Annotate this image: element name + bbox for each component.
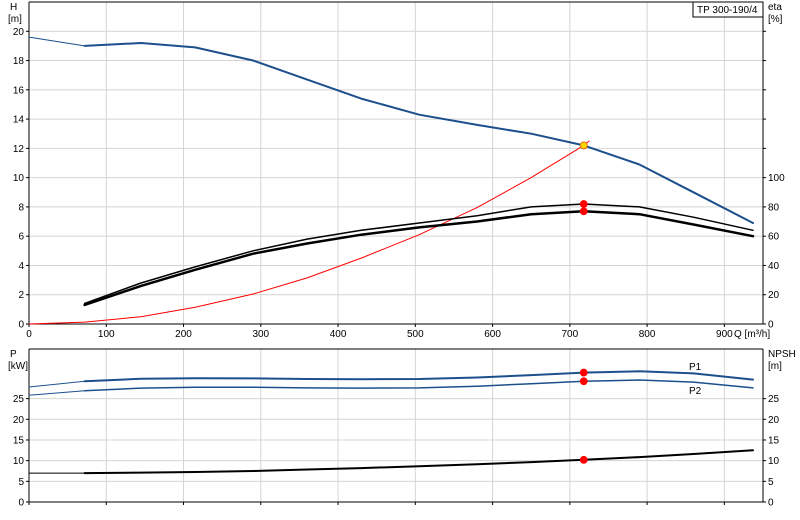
y-tick-label-left: 10 bbox=[13, 173, 25, 184]
series-head-partial bbox=[28, 36, 86, 47]
y-tick-label-left: 15 bbox=[13, 435, 25, 446]
y-tick-label-right: 5 bbox=[768, 477, 774, 488]
x-tick-label: 100 bbox=[98, 329, 115, 340]
y-tick-label-left: 20 bbox=[13, 27, 25, 38]
y-tick-label-right: 20 bbox=[768, 290, 780, 301]
x-tick-label: 0 bbox=[26, 329, 32, 340]
x-tick-label: 700 bbox=[561, 329, 578, 340]
duty-point-marker bbox=[579, 207, 588, 216]
x-tick-label: 600 bbox=[484, 329, 501, 340]
y-axis-left-unit: [kW] bbox=[8, 361, 28, 372]
y-tick-label-left: 14 bbox=[13, 115, 25, 126]
y-tick-label-right: 0 bbox=[768, 498, 774, 509]
series-eta-2 bbox=[83, 203, 754, 305]
y-tick-label-left: 5 bbox=[18, 477, 24, 488]
y-axis-left-unit: [m] bbox=[8, 14, 22, 25]
y-tick-label-right: 25 bbox=[768, 394, 780, 405]
y-tick-label-left: 12 bbox=[13, 144, 25, 155]
series-eta-1 bbox=[83, 210, 755, 307]
series-npsh bbox=[83, 449, 754, 475]
y-tick-label-right: 60 bbox=[768, 232, 780, 243]
y-axis-right-unit: [%] bbox=[768, 14, 783, 25]
y-tick-label-left: 18 bbox=[13, 56, 25, 67]
series-P2-partial bbox=[28, 390, 86, 396]
y-tick-label-left: 2 bbox=[18, 290, 24, 301]
model-label: TP 300-190/4 bbox=[697, 5, 758, 16]
head-efficiency-panel: 0 2 4 6 8 10 12 14 16 18 200 20 40 60 80 100 H[m] eta[%] 0… bbox=[8, 1, 785, 340]
y-tick-label-left: 0 bbox=[18, 498, 24, 509]
y-tick-label-left: 20 bbox=[13, 415, 25, 426]
x-tick-label: 800 bbox=[639, 329, 656, 340]
y-tick-label-right: 80 bbox=[768, 202, 780, 213]
y-tick-label-left: 0 bbox=[18, 320, 24, 331]
y-axis-right-symbol: NPSH bbox=[768, 349, 796, 360]
y-axis-left-symbol: P bbox=[10, 349, 17, 360]
y-tick-label-left: 8 bbox=[18, 202, 24, 213]
series-label-p1: P1 bbox=[689, 362, 702, 373]
y-tick-label-left: 6 bbox=[18, 232, 24, 243]
x-tick-label: 300 bbox=[252, 329, 269, 340]
y-axis-right-symbol: eta bbox=[768, 2, 782, 13]
series-head-full bbox=[83, 42, 754, 224]
x-tick-label: 400 bbox=[330, 329, 347, 340]
y-tick-label-right: 10 bbox=[768, 456, 780, 467]
series-P1-partial bbox=[28, 380, 86, 388]
y-tick-label-left: 16 bbox=[13, 85, 25, 96]
x-tick-label: 500 bbox=[407, 329, 424, 340]
duty-point-marker bbox=[579, 377, 588, 386]
duty-point-marker bbox=[579, 455, 588, 464]
duty-point-marker bbox=[579, 368, 588, 377]
series-P2 bbox=[83, 379, 754, 392]
y-tick-label-right: 15 bbox=[768, 435, 780, 446]
y-tick-label-right: 20 bbox=[768, 415, 780, 426]
y-axis-left-symbol: H bbox=[10, 2, 17, 13]
y-axis-right-unit: [m] bbox=[768, 361, 782, 372]
pump-curve-svg: 02468101214161820020406080100H[m]eta[%]0… bbox=[8, 1, 796, 509]
y-tick-label-right: 100 bbox=[768, 173, 785, 184]
y-tick-label-left: 4 bbox=[18, 261, 24, 272]
y-tick-label-left: 10 bbox=[13, 456, 25, 467]
pump-curve-chart: 0 2 4 6 8 10 12 14 16 18 20 0 20 40 60 80 100 H [m] eta [%] 0… bbox=[0, 0, 800, 520]
duty-point-marker bbox=[579, 200, 588, 208]
y-tick-label-left: 25 bbox=[13, 394, 25, 405]
series-label-p2: P2 bbox=[689, 386, 702, 397]
duty-point-marker bbox=[579, 141, 588, 150]
x-tick-label: 900 bbox=[716, 329, 733, 340]
power-npsh-panel: 0 5 10 15 20 25 0 5 10 15 20 25 P[kW] NPSH[m] P1 P2 bbox=[8, 348, 796, 509]
y-tick-label-right: 40 bbox=[768, 261, 780, 272]
x-axis-label: Q [m³/h] bbox=[734, 329, 770, 340]
x-tick-label: 200 bbox=[175, 329, 192, 340]
